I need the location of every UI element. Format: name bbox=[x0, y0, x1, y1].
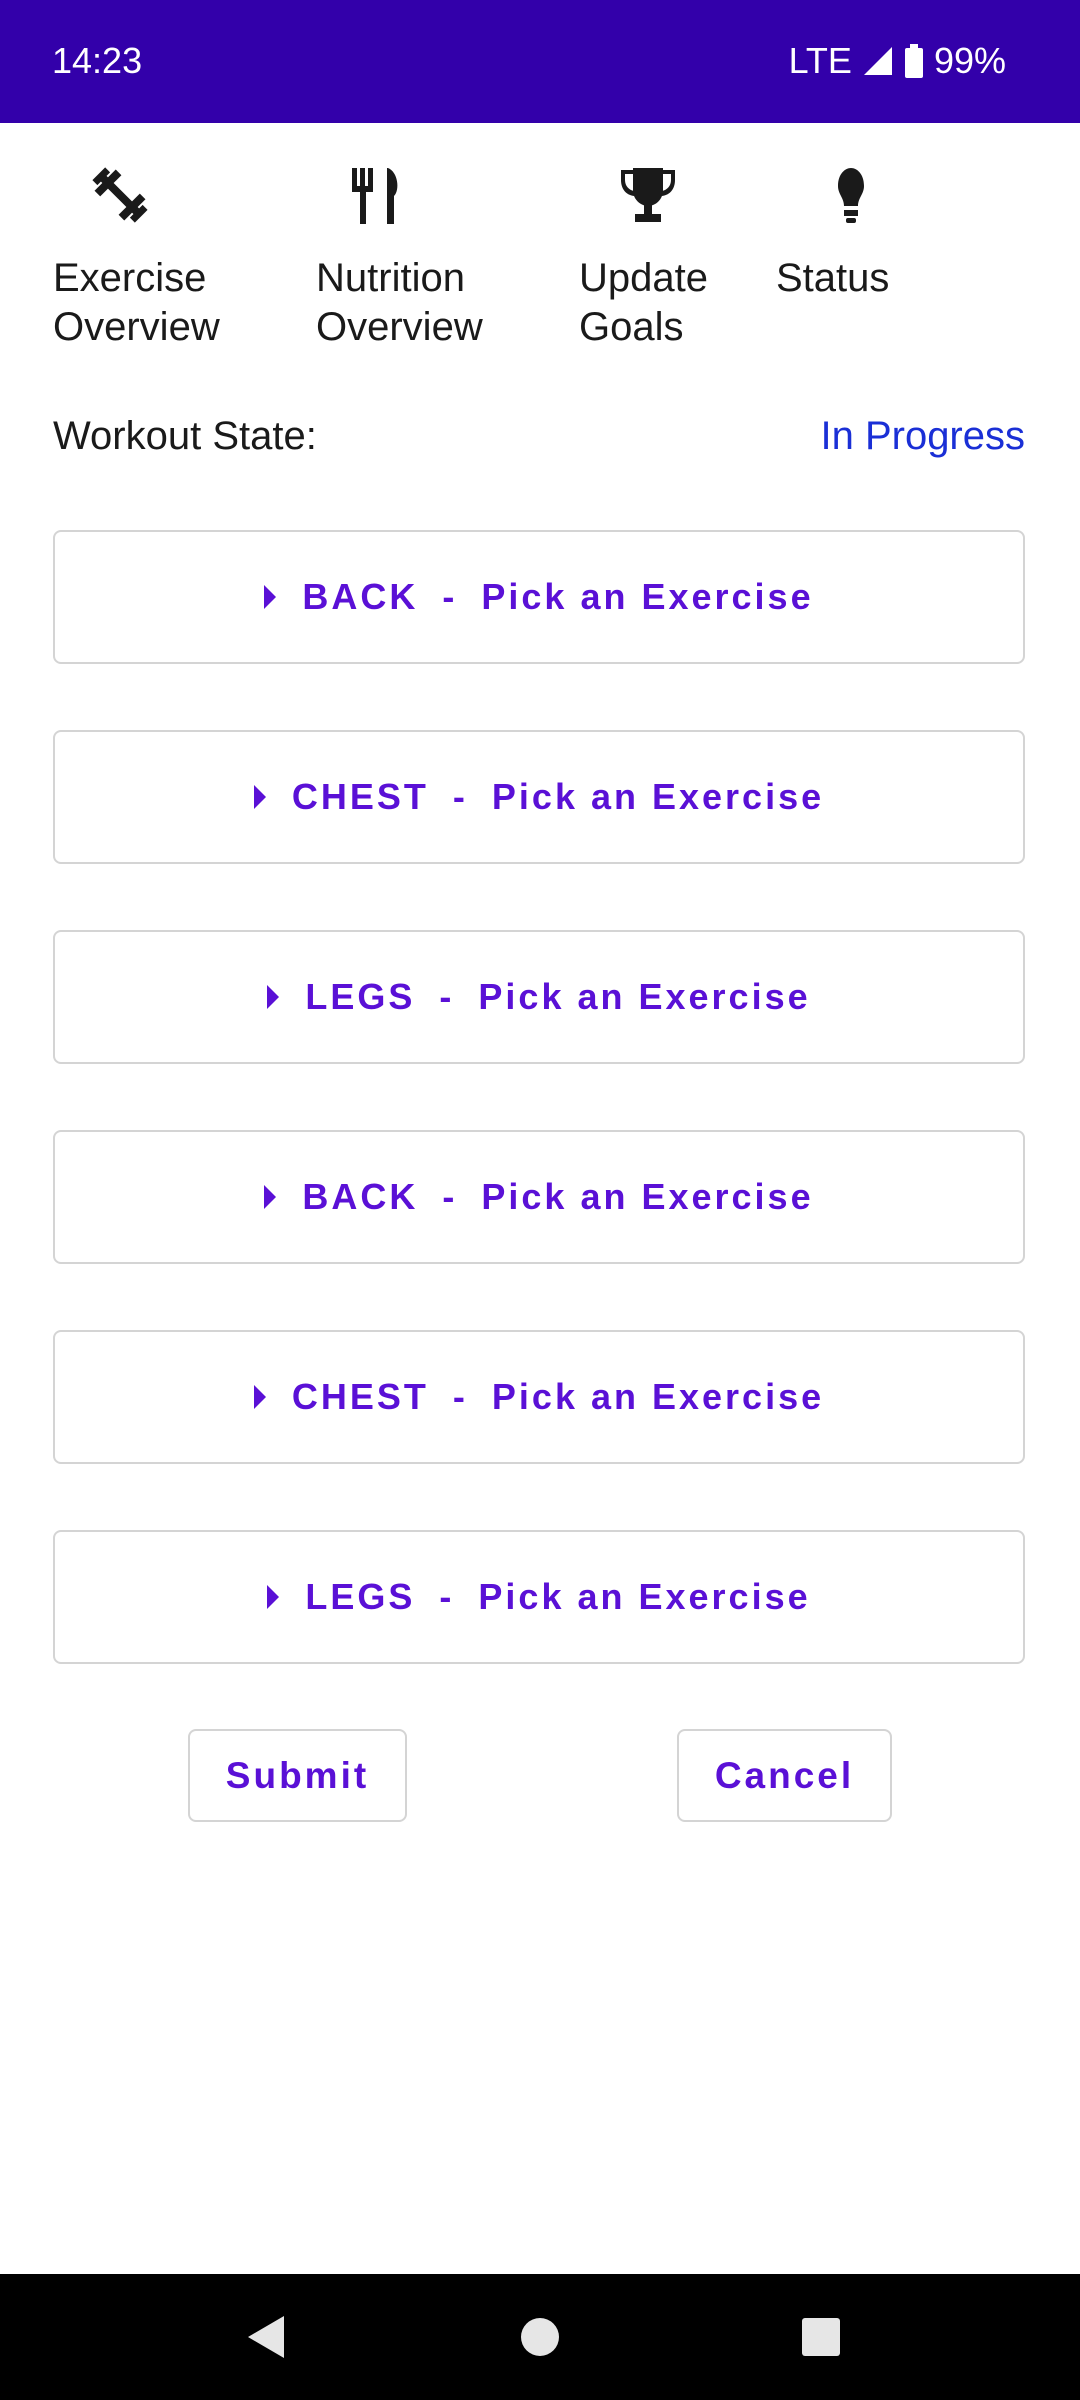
group-picker-chest[interactable]: CHEST - Pick an Exercise bbox=[53, 1330, 1025, 1464]
workout-state-label: Workout State: bbox=[53, 414, 317, 458]
group-separator: - bbox=[452, 776, 468, 817]
expand-triangle-icon bbox=[267, 985, 280, 1009]
expand-triangle-icon bbox=[253, 785, 266, 809]
expand-triangle-icon bbox=[264, 1185, 277, 1209]
group-picker-chest[interactable]: CHEST - Pick an Exercise bbox=[53, 730, 1025, 864]
battery-icon bbox=[904, 44, 924, 78]
network-type: LTE bbox=[788, 40, 852, 81]
status-indicators: LTE 99% bbox=[789, 40, 1006, 82]
group-action: Pick an Exercise bbox=[481, 576, 814, 617]
group-picker-legs[interactable]: LEGS - Pick an Exercise bbox=[53, 930, 1025, 1064]
group-name: BACK bbox=[302, 576, 419, 617]
group-action: Pick an Exercise bbox=[491, 1376, 825, 1417]
group-action: Pick an Exercise bbox=[481, 1176, 814, 1217]
workout-state-value: In Progress bbox=[820, 414, 1025, 458]
nav-status-label: Status bbox=[776, 256, 890, 300]
expand-triangle-icon bbox=[264, 585, 277, 609]
group-name: BACK bbox=[302, 1176, 419, 1217]
lightbulb-icon bbox=[816, 160, 886, 230]
group-action: Pick an Exercise bbox=[478, 1576, 811, 1617]
fork-knife-icon bbox=[340, 160, 410, 230]
group-name: LEGS bbox=[305, 1576, 416, 1617]
group-action: Pick an Exercise bbox=[478, 976, 811, 1017]
expand-triangle-icon bbox=[267, 1585, 280, 1609]
back-nav-icon[interactable] bbox=[226, 2274, 306, 2400]
group-separator: - bbox=[442, 1176, 458, 1217]
nav-exercise-overview-label: Exercise Overview bbox=[53, 256, 220, 349]
group-picker-back[interactable]: BACK - Pick an Exercise bbox=[53, 1130, 1025, 1264]
expand-triangle-icon bbox=[253, 1385, 266, 1409]
dumbbell-icon bbox=[85, 160, 155, 230]
trophy-icon bbox=[613, 160, 683, 230]
group-separator: - bbox=[452, 1376, 468, 1417]
group-name: LEGS bbox=[305, 976, 416, 1017]
group-name: CHEST bbox=[291, 1376, 429, 1417]
status-bar: 14:23 LTE 99% bbox=[0, 0, 1080, 123]
cancel-button[interactable]: Cancel bbox=[677, 1729, 892, 1822]
group-separator: - bbox=[442, 576, 458, 617]
recents-nav-icon[interactable] bbox=[781, 2274, 861, 2400]
battery-level: 99% bbox=[933, 40, 1006, 81]
signal-icon bbox=[862, 45, 894, 77]
group-picker-back[interactable]: BACK - Pick an Exercise bbox=[53, 530, 1025, 664]
group-name: CHEST bbox=[291, 776, 429, 817]
status-time: 14:23 bbox=[52, 40, 143, 81]
group-separator: - bbox=[439, 976, 455, 1017]
group-action: Pick an Exercise bbox=[491, 776, 825, 817]
submit-button[interactable]: Submit bbox=[188, 1729, 407, 1822]
system-navigation-bar bbox=[0, 2274, 1080, 2400]
group-picker-legs[interactable]: LEGS - Pick an Exercise bbox=[53, 1530, 1025, 1664]
home-nav-icon[interactable] bbox=[500, 2274, 580, 2400]
nav-nutrition-overview-label: Nutrition Overview bbox=[316, 256, 483, 349]
top-navigation: Exercise Overview Nutrition Overview Upd… bbox=[0, 150, 1080, 360]
group-separator: - bbox=[439, 1576, 455, 1617]
